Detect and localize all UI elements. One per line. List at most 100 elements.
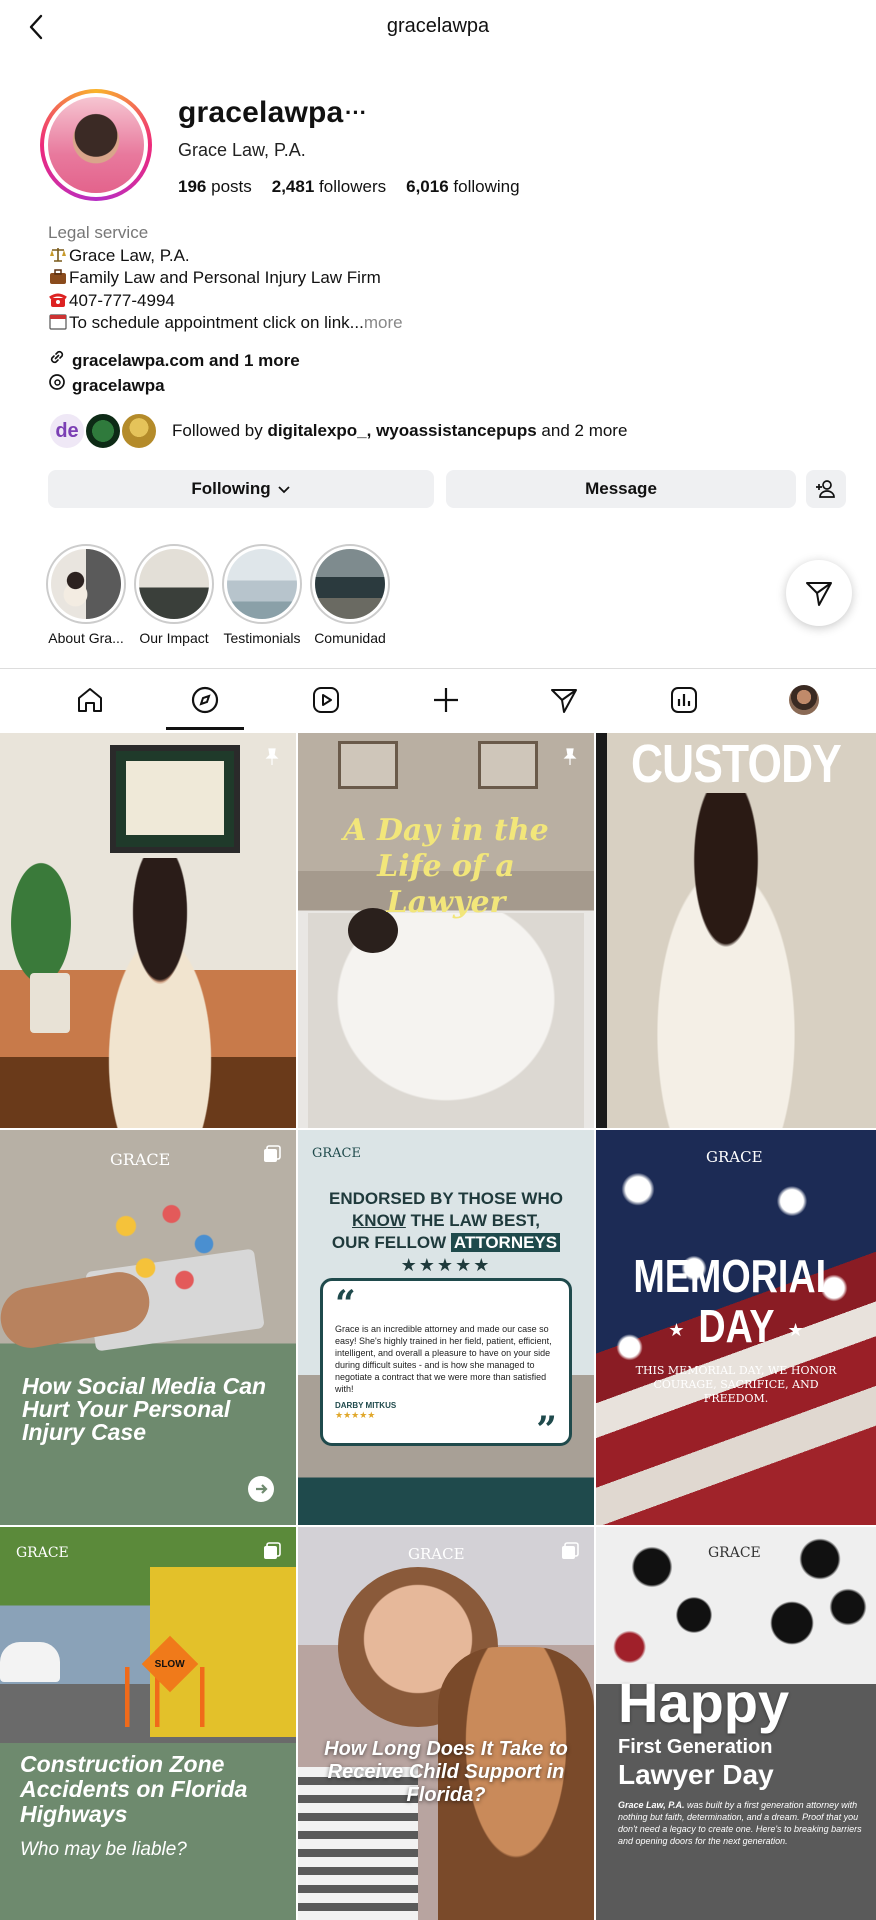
slow-sign-text: SLOW: [155, 1658, 185, 1670]
post-logo: GRACE: [312, 1146, 361, 1161]
home-icon[interactable]: [70, 680, 110, 720]
profile-links: gracelawpa.com and 1 more gracelawpa: [48, 348, 300, 398]
telephone-icon: [48, 292, 68, 310]
highlight-about[interactable]: About Gra...: [46, 544, 126, 646]
bio-line-2: Family Law and Personal Injury Law Firm: [69, 268, 381, 287]
highlight-label: Testimonials: [223, 630, 301, 646]
post-title-2: First Generation: [618, 1736, 773, 1758]
page-title: gracelawpa: [386, 15, 490, 37]
website-link-text: gracelawpa.com and 1 more: [72, 351, 300, 370]
following-label: following: [453, 177, 520, 196]
profile-icon[interactable]: [784, 680, 824, 720]
highlight-cover: [139, 549, 209, 619]
followed-by[interactable]: de Followed by digitalexpo_, wyoassistan…: [48, 410, 627, 452]
divider: [0, 668, 876, 669]
carousel-icon: [560, 1541, 580, 1561]
bio-more-link[interactable]: more: [364, 312, 403, 335]
post-tile[interactable]: GRACE ENDORSED BY THOSE WHO KNOW THE LAW…: [298, 1130, 594, 1525]
highlight-comunidad[interactable]: Comunidad: [310, 544, 390, 646]
mutual-followers-avatars: de: [48, 410, 160, 452]
post-body-bold: Grace Law, P.A.: [618, 1800, 685, 1810]
post-title: How Social Media Can Hurt Your Personal …: [22, 1373, 267, 1445]
reels-icon[interactable]: [306, 680, 346, 720]
link-icon: [48, 348, 66, 373]
post-heading-2: KNOW THE LAW BEST,: [298, 1210, 594, 1232]
post-title-2: DAY: [697, 1300, 775, 1352]
add-user-button[interactable]: [806, 470, 846, 508]
briefcase-icon: [48, 269, 68, 287]
posts-count: 196: [178, 177, 207, 196]
bio-line: Grace Law, P.A.: [48, 245, 828, 268]
testimonial-quote: Grace is an incredible attorney and made…: [335, 1324, 552, 1394]
bio-line: To schedule appointment click on link...…: [48, 312, 828, 335]
paper-plane-icon: [804, 578, 834, 608]
post-logo: GRACE: [110, 1150, 171, 1169]
scales-icon: [48, 247, 68, 265]
top-bar: gracelawpa: [0, 0, 876, 56]
post-tile[interactable]: GRACE MEMORIAL ★ DAY ★ THIS MEMORIAL DAY…: [596, 1130, 876, 1525]
profile-avatar[interactable]: [40, 89, 152, 201]
tab-bar: [0, 670, 876, 732]
profile-username: gracelawpa: [178, 96, 344, 129]
message-button-label: Message: [585, 479, 657, 498]
website-link[interactable]: gracelawpa.com and 1 more: [48, 348, 300, 373]
create-icon[interactable]: [426, 680, 466, 720]
post-title: A Day in the Life of a Lawyer: [343, 813, 549, 920]
following-stat[interactable]: 6,016 following: [406, 177, 519, 197]
highlight-impact[interactable]: Our Impact: [134, 544, 214, 646]
highlight-testimonials[interactable]: Testimonials: [222, 544, 302, 646]
highlight-label: Our Impact: [139, 630, 209, 646]
calendar-icon: [48, 314, 68, 332]
post-tile[interactable]: A Day in the Life of a Lawyer: [298, 733, 594, 1128]
bio-line: 407-777-4994: [48, 290, 828, 313]
carousel-icon: [262, 1541, 282, 1561]
following-button[interactable]: Following: [48, 470, 434, 508]
post-tile[interactable]: SLOW GRACE Construction Zone Accidents o…: [0, 1527, 296, 1920]
quote-open-icon: “: [335, 1283, 356, 1325]
send-message-fab[interactable]: [786, 560, 852, 626]
profile-stats: 196 posts 2,481 followers 6,016 followin…: [178, 177, 520, 197]
insights-icon[interactable]: [664, 680, 704, 720]
highlight-cover: [315, 549, 385, 619]
threads-icon: [48, 373, 66, 398]
profile-bio: Legal service Grace Law, P.A. Family Law…: [48, 222, 828, 335]
post-tile[interactable]: GRACE Happy First Generation Lawyer Day …: [596, 1527, 876, 1920]
highlight-label: About Gra...: [48, 630, 124, 646]
following-count: 6,016: [406, 177, 449, 196]
pin-icon: [560, 747, 580, 767]
bio-category: Legal service: [48, 223, 149, 242]
post-tile[interactable]: CUSTODY: [596, 733, 876, 1128]
chevron-down-icon: [277, 482, 291, 496]
active-tab-indicator: [166, 727, 244, 730]
mutual-avatar: [84, 412, 122, 450]
highlight-cover: [51, 549, 121, 619]
post-title: CUSTODY: [631, 734, 842, 794]
post-tile[interactable]: [0, 733, 296, 1128]
post-title: MEMORIAL: [633, 1250, 839, 1302]
story-highlights: About Gra... Our Impact Testimonials Com…: [46, 544, 390, 646]
post-heading-1: ENDORSED BY THOSE WHO: [329, 1189, 563, 1208]
add-user-icon: [815, 478, 837, 500]
followers-stat[interactable]: 2,481 followers: [272, 177, 386, 197]
testimonial-card: “ Grace is an incredible attorney and ma…: [320, 1278, 572, 1451]
messages-icon[interactable]: [544, 680, 584, 720]
post-heading-3a: OUR FELLOW: [331, 1233, 451, 1252]
quote-close-icon: ”: [536, 1409, 557, 1451]
posts-stat: 196 posts: [178, 177, 252, 197]
testimonial-author: DARBY MITKUS: [335, 1401, 397, 1410]
threads-link[interactable]: gracelawpa: [48, 373, 300, 398]
post-body: Grace Law, P.A. was built by a first gen…: [618, 1799, 866, 1847]
explore-icon[interactable]: [185, 680, 225, 720]
bio-line-1: Grace Law, P.A.: [69, 245, 190, 265]
bio-line-4: To schedule appointment click on link...: [69, 313, 364, 332]
followed-by-suffix: and 2 more: [536, 421, 628, 440]
bio-line-3: 407-777-4994: [69, 290, 175, 310]
posts-label: posts: [211, 177, 252, 196]
message-button[interactable]: Message: [446, 470, 796, 508]
post-tile[interactable]: GRACE How Social Media Can Hurt Your Per…: [0, 1130, 296, 1525]
post-heading-3b: ATTORNEYS: [450, 1233, 561, 1252]
followed-by-users: digitalexpo_, wyoassistancepups: [267, 421, 537, 440]
more-options-icon[interactable]: ···: [345, 100, 367, 126]
profile-full-name: Grace Law, P.A.: [178, 140, 306, 160]
post-tile[interactable]: GRACE How Long Does It Take to Receive C…: [298, 1527, 594, 1920]
